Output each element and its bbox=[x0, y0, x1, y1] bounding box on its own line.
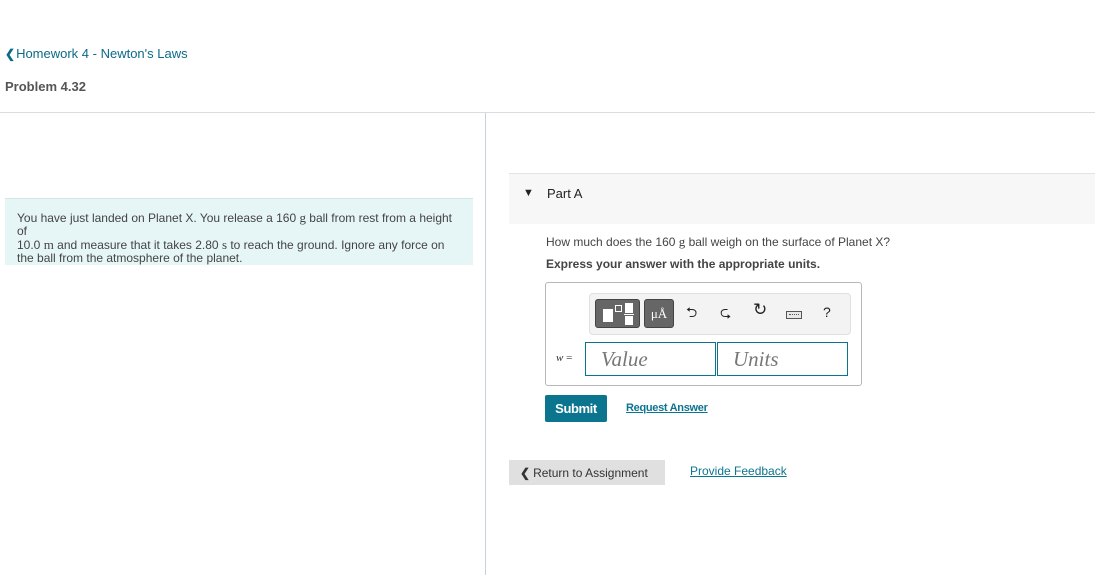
undo-icon[interactable]: ⮌ bbox=[686, 304, 697, 320]
back-to-assignment-link[interactable]: ❮Homework 4 - Newton's Laws bbox=[5, 46, 188, 61]
submit-button[interactable]: Submit bbox=[545, 395, 607, 422]
math-toolbar: μÅ ⮌ ⮎ ↻ ? bbox=[589, 293, 851, 335]
answer-box: μÅ ⮌ ⮎ ↻ ? w = bbox=[545, 282, 862, 386]
question-text: How much does the 160 g ball weigh on th… bbox=[546, 234, 891, 249]
value-input[interactable] bbox=[585, 342, 716, 376]
chevron-left-icon: ❮ bbox=[520, 465, 531, 480]
request-answer-link[interactable]: Request Answer bbox=[626, 402, 708, 414]
variable-label: w = bbox=[556, 352, 573, 364]
instruction-text: Express your answer with the appropriate… bbox=[546, 257, 821, 271]
reset-icon[interactable]: ↻ bbox=[753, 301, 767, 318]
help-button[interactable]: ? bbox=[823, 304, 831, 320]
part-a-header[interactable]: ▼ Part A bbox=[509, 173, 1095, 224]
templates-button[interactable] bbox=[595, 299, 640, 328]
breadcrumb-label: Homework 4 - Newton's Laws bbox=[16, 46, 188, 61]
units-input[interactable] bbox=[717, 342, 848, 376]
keyboard-icon[interactable] bbox=[786, 311, 802, 319]
return-to-assignment-button[interactable]: ❮ Return to Assignment bbox=[509, 460, 665, 485]
redo-icon[interactable]: ⮎ bbox=[720, 304, 731, 320]
chevron-left-icon: ❮ bbox=[5, 47, 16, 61]
caret-down-icon: ▼ bbox=[523, 187, 534, 199]
units-button[interactable]: μÅ bbox=[644, 299, 674, 328]
problem-statement: You have just landed on Planet X. You re… bbox=[5, 198, 473, 265]
part-label: Part A bbox=[547, 186, 583, 201]
problem-title: Problem 4.32 bbox=[5, 79, 86, 94]
provide-feedback-link[interactable]: Provide Feedback bbox=[690, 464, 787, 478]
column-divider bbox=[485, 113, 486, 575]
header-divider bbox=[0, 112, 1095, 113]
